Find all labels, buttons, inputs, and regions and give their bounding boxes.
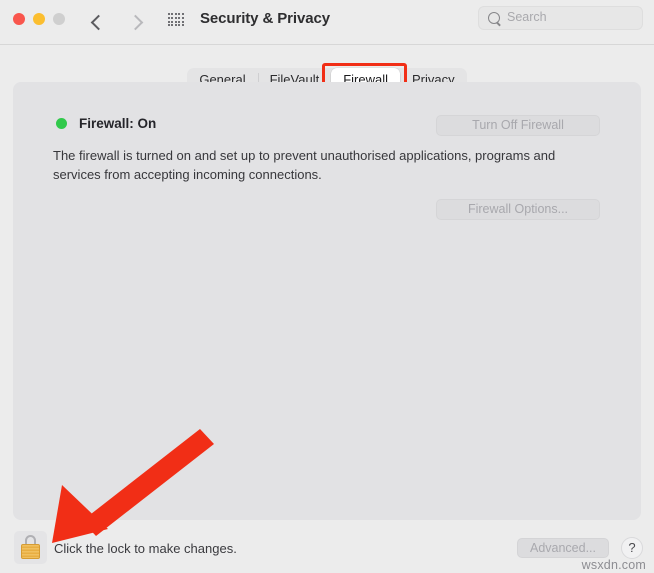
firewall-status-row: Firewall: On [56,116,156,131]
lock-message: Click the lock to make changes. [54,541,237,556]
maximize-button[interactable] [53,13,65,25]
lock-button[interactable] [14,531,47,564]
help-button[interactable]: ? [621,537,643,559]
chevron-left-icon[interactable] [88,8,106,36]
status-indicator-on [56,118,67,129]
search-placeholder: Search [507,10,547,24]
advanced-button[interactable]: Advanced... [517,538,609,558]
turn-off-firewall-button[interactable]: Turn Off Firewall [436,115,600,136]
close-button[interactable] [13,13,25,25]
watermark: wsxdn.com [581,558,646,572]
chevron-right-icon[interactable] [128,8,146,36]
firewall-options-button[interactable]: Firewall Options... [436,199,600,220]
padlock-body [21,544,40,559]
firewall-panel: Firewall: On Turn Off Firewall The firew… [13,82,641,520]
firewall-description: The firewall is turned on and set up to … [53,148,556,182]
page-title: Security & Privacy [200,10,330,27]
window-titlebar: Security & Privacy Search [0,0,654,45]
minimize-button[interactable] [33,13,45,25]
search-input[interactable]: Search [478,6,643,30]
navigation-buttons [88,8,146,36]
padlock-locked-icon [21,535,40,560]
window-controls [13,13,65,25]
search-icon [488,12,500,24]
grid-view-icon[interactable] [168,13,184,27]
status-badge: Firewall: On [79,116,157,131]
